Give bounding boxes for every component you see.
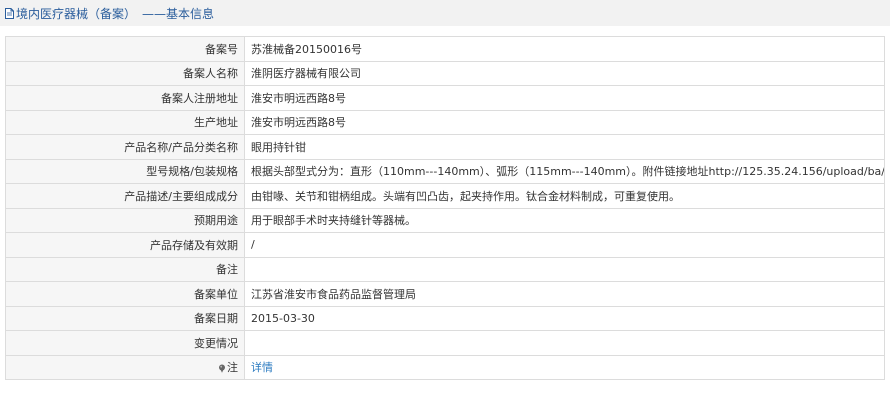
table-row: 型号规格/包装规格 根据头部型式分为：直形（110mm---140mm）、弧形（… xyxy=(5,158,885,184)
row-label: 备案日期 xyxy=(5,305,245,331)
table-row: 备案日期 2015-03-30 xyxy=(5,305,885,331)
table-row: 备注 xyxy=(5,256,885,282)
table-row: 备案人名称 淮阴医疗器械有限公司 xyxy=(5,60,885,86)
info-table: 备案号 苏淮械备20150016号 备案人名称 淮阴医疗器械有限公司 备案人注册… xyxy=(5,36,885,380)
row-label: 备案单位 xyxy=(5,281,245,307)
row-value: 淮安市明远西路8号 xyxy=(244,85,885,111)
document-icon xyxy=(5,7,14,19)
row-value: / xyxy=(244,232,885,258)
row-label: 备注 xyxy=(5,256,245,282)
row-label: 型号规格/包装规格 xyxy=(5,158,245,184)
table-row: 备案人注册地址 淮安市明远西路8号 xyxy=(5,85,885,111)
note-value-cell: 详情 xyxy=(244,354,885,380)
info-table-container: 备案号 苏淮械备20150016号 备案人名称 淮阴医疗器械有限公司 备案人注册… xyxy=(5,36,885,380)
table-row: 备案号 苏淮械备20150016号 xyxy=(5,36,885,62)
table-row: 生产地址 淮安市明远西路8号 xyxy=(5,109,885,135)
row-label: 备案人注册地址 xyxy=(5,85,245,111)
header-subtitle: ——基本信息 xyxy=(142,6,215,21)
row-label: 产品存储及有效期 xyxy=(5,232,245,258)
row-value: 用于眼部手术时夹持缝针等器械。 xyxy=(244,207,885,233)
section-header: 境内医疗器械（备案） ——基本信息 xyxy=(0,0,890,26)
row-value: 眼用持针钳 xyxy=(244,134,885,160)
row-label: 生产地址 xyxy=(5,109,245,135)
table-row: 变更情况 xyxy=(5,330,885,356)
header-title: 境内医疗器械（备案） xyxy=(16,6,137,21)
row-label: 预期用途 xyxy=(5,207,245,233)
detail-link[interactable]: 详情 xyxy=(251,361,273,374)
row-label: 产品描述/主要组成成分 xyxy=(5,183,245,209)
table-row: 备案单位 江苏省淮安市食品药品监督管理局 xyxy=(5,281,885,307)
table-row: 产品描述/主要组成成分 由钳喙、关节和钳柄组成。头端有凹凸齿，起夹持作用。钛合金… xyxy=(5,183,885,209)
note-label: 注 xyxy=(227,361,238,375)
row-label: 变更情况 xyxy=(5,330,245,356)
pin-icon xyxy=(219,364,225,373)
note-label-cell: 注 xyxy=(5,354,245,380)
table-row: 产品存储及有效期 / xyxy=(5,232,885,258)
table-row: 预期用途 用于眼部手术时夹持缝针等器械。 xyxy=(5,207,885,233)
row-value: 根据头部型式分为：直形（110mm---140mm）、弧形（115mm---14… xyxy=(244,158,885,184)
table-row: 产品名称/产品分类名称 眼用持针钳 xyxy=(5,134,885,160)
row-label: 备案号 xyxy=(5,36,245,62)
row-value: 苏淮械备20150016号 xyxy=(244,36,885,62)
row-value xyxy=(244,330,885,356)
row-value: 淮安市明远西路8号 xyxy=(244,109,885,135)
row-value: 淮阴医疗器械有限公司 xyxy=(244,60,885,86)
row-label: 备案人名称 xyxy=(5,60,245,86)
row-value xyxy=(244,256,885,282)
row-value: 2015-03-30 xyxy=(244,305,885,331)
row-label: 产品名称/产品分类名称 xyxy=(5,134,245,160)
row-value: 由钳喙、关节和钳柄组成。头端有凹凸齿，起夹持作用。钛合金材料制成，可重复使用。 xyxy=(244,183,885,209)
row-value: 江苏省淮安市食品药品监督管理局 xyxy=(244,281,885,307)
note-row: 注 详情 xyxy=(5,354,885,380)
page: 境内医疗器械（备案） ——基本信息 备案号 苏淮械备20150016号 备案人名… xyxy=(0,0,890,404)
